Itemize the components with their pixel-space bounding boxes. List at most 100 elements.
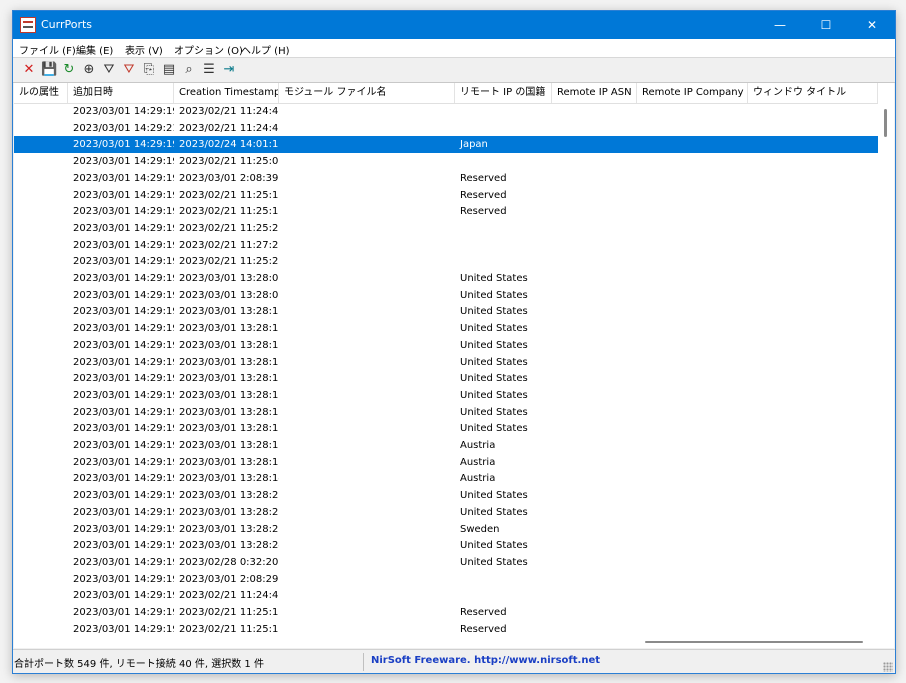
cell-country: Austria — [460, 440, 496, 451]
cell-country — [455, 237, 552, 254]
properties-icon[interactable]: ▤ — [161, 62, 177, 78]
table-row[interactable]: 2023/03/01 14:29:19 2023/03/01 13:28:12 Un… — [14, 404, 878, 421]
table-row[interactable]: 2023/03/01 14:29:19 2023/03/01 13:28:23 Sw… — [14, 521, 878, 538]
close-button[interactable]: ✕ — [849, 11, 895, 39]
toolbar: ✕ 💾 ↻ ⊕ ⛛ ⛛ ⎘ ▤ ⌕ ☰ ⇥ — [13, 58, 895, 83]
maximize-button[interactable]: ☐ — [803, 11, 849, 39]
cell-country: Austria — [460, 456, 496, 468]
cell-added: 2023/03/01 14:29:19 — [73, 473, 174, 485]
table-row-selected[interactable]: 2023/03/01 14:29:19 2023/02/24 14:01:18 Ja… — [14, 136, 878, 154]
table-row[interactable]: 2023/03/01 14:29:19 2023/03/01 13:28:22 Un… — [14, 487, 878, 504]
menu-item-2[interactable]: 表示 (V) — [125, 42, 163, 57]
minimize-button[interactable]: — — [757, 11, 803, 39]
exit-icon[interactable]: ⇥ — [221, 62, 237, 78]
table-row[interactable]: 2023/03/01 14:29:19 2023/03/01 13:28:14 Au… — [14, 470, 878, 487]
menu-item-4[interactable]: ヘルプ (H) — [241, 42, 290, 57]
currports-app-icon — [20, 17, 36, 33]
filter-off-icon[interactable]: ⛛ — [121, 62, 137, 78]
cell-created: 2023/03/01 13:28:10 — [179, 323, 279, 335]
horizontal-scroll-thumb[interactable] — [645, 641, 863, 643]
ports-list[interactable]: ルの属性 追加日時 Creation Timestamp モジュール ファイル名 リモー… — [14, 83, 878, 635]
table-row[interactable]: 2023/03/01 14:29:19 2023/02/21 11:27:28 — [14, 237, 878, 254]
table-row[interactable]: 2023/03/01 14:29:19 2023/03/01 13:28:10 Un… — [14, 303, 878, 320]
vertical-scrollbar[interactable] — [878, 83, 894, 635]
table-row[interactable]: 2023/03/01 14:29:19 2023/03/01 13:28:11 Un… — [14, 337, 878, 354]
vertical-scroll-thumb[interactable] — [884, 109, 887, 137]
table-row[interactable]: 2023/03/01 14:29:19 2023/03/01 13:28:12 Un… — [14, 387, 878, 404]
copy-icon[interactable]: ⎘ — [141, 62, 157, 78]
table-row[interactable]: 2023/03/01 14:29:19 2023/03/01 2:08:29 — [14, 571, 878, 588]
report-icon[interactable]: ☰ — [201, 62, 217, 78]
table-row[interactable]: 2023/03/01 14:29:19 2023/03/01 2:08:39 Res… — [14, 170, 878, 187]
column-header-module[interactable]: モジュール ファイル名 — [279, 83, 455, 103]
menu-item-0[interactable]: ファイル (F) — [19, 42, 76, 57]
title-bar[interactable]: CurrPorts — ☐ ✕ — [13, 11, 895, 39]
menu-item-1[interactable]: 編集 (E) — [76, 42, 113, 57]
cell-country — [455, 220, 552, 237]
column-header-attr[interactable]: ルの属性 — [14, 83, 68, 103]
cell-added: 2023/03/01 14:29:19 — [73, 540, 174, 552]
table-row[interactable]: 2023/03/01 14:29:19 2023/02/21 11:25:26 — [14, 220, 878, 237]
table-row[interactable]: 2023/03/01 14:29:19 2023/02/21 11:25:26 — [14, 253, 878, 270]
table-row[interactable]: 2023/03/01 14:29:19 2023/02/28 0:32:20 Uni… — [14, 554, 878, 571]
find-icon[interactable]: ⌕ — [181, 62, 197, 78]
table-row[interactable]: 2023/03/01 14:29:19 2023/03/01 13:28:12 Un… — [14, 420, 878, 437]
table-row[interactable]: 2023/03/01 14:29:19 2023/02/21 11:25:12 Re… — [14, 621, 878, 635]
cell-country: United States — [460, 323, 528, 335]
table-row[interactable]: 2023/03/01 14:29:19 2023/02/21 11:24:42 — [14, 587, 878, 604]
close-ports-icon[interactable]: ✕ — [21, 62, 37, 78]
menu-item-3[interactable]: オプション (O) — [174, 42, 243, 57]
cell-added: 2023/03/01 14:29:19 — [73, 323, 174, 335]
table-row[interactable]: 2023/03/01 14:29:19 2023/03/01 13:28:11 Un… — [14, 354, 878, 371]
table-row[interactable]: 2023/03/01 14:29:19 2023/02/21 11:25:12 Re… — [14, 604, 878, 621]
cell-added: 2023/03/01 14:29:19 — [73, 607, 174, 618]
refresh-icon[interactable]: ↻ — [61, 62, 77, 78]
table-row[interactable]: 2023/03/01 14:29:19 2023/03/01 13:28:10 Un… — [14, 320, 878, 337]
cell-country: Reserved — [460, 623, 507, 635]
cell-added: 2023/03/01 14:29:19 — [73, 222, 174, 234]
cell-created: 2023/02/21 11:25:12 — [179, 206, 279, 218]
nirsoft-link[interactable]: NirSoft Freeware. http://www.nirsoft.net — [371, 655, 600, 666]
column-header-asn[interactable]: Remote IP ASN — [552, 83, 637, 103]
cell-created: 2023/03/01 2:08:39 — [179, 172, 279, 184]
cell-created: 2023/02/21 11:24:40 — [179, 122, 279, 134]
cell-added: 2023/03/01 14:29:19 — [73, 406, 174, 418]
cell-added: 2023/03/01 14:29:19 — [73, 139, 174, 151]
cell-country: Reserved — [460, 189, 507, 201]
column-header-added[interactable]: 追加日時 — [68, 83, 174, 103]
horizontal-scrollbar[interactable] — [14, 635, 894, 648]
column-header-wtitle[interactable]: ウィンドウ タイトル — [748, 83, 878, 103]
cell-created: 2023/03/01 13:28:11 — [179, 356, 279, 368]
cell-added: 2023/03/01 14:29:19 — [73, 506, 174, 518]
cell-country: United States — [460, 423, 528, 435]
resize-grip-icon[interactable] — [883, 662, 893, 672]
table-row[interactable]: 2023/03/01 14:29:19 2023/02/21 11:25:12 Re… — [14, 187, 878, 204]
table-row[interactable]: 2023/03/01 14:29:19 2023/03/01 13:28:24 Un… — [14, 537, 878, 554]
table-row[interactable]: 2023/03/01 14:29:19 2023/03/01 13:28:13 Au… — [14, 437, 878, 454]
table-row[interactable]: 2023/03/01 14:29:19 2023/02/21 11:24:40 — [14, 103, 878, 120]
cell-added: 2023/03/01 14:29:19 — [73, 172, 174, 184]
save-icon[interactable]: 💾 — [41, 62, 57, 78]
column-header-country[interactable]: リモート IP の国籍 — [455, 83, 552, 103]
table-row[interactable]: 2023/03/01 14:29:19 2023/02/21 11:25:02 — [14, 153, 878, 170]
table-row[interactable]: 2023/03/01 14:29:19 2023/03/01 13:28:11 Un… — [14, 370, 878, 387]
table-row[interactable]: 2023/03/01 14:29:19 2023/03/01 13:28:22 Un… — [14, 504, 878, 521]
cell-added: 2023/03/01 14:29:19 — [73, 523, 174, 535]
cell-country: United States — [460, 556, 528, 568]
table-row[interactable]: 2023/03/01 14:29:21 2023/02/21 11:24:40 — [14, 120, 878, 137]
cell-created: 2023/03/01 13:28:08 — [179, 273, 279, 284]
filter-icon[interactable]: ⛛ — [101, 62, 117, 78]
table-row[interactable]: 2023/03/01 14:29:19 2023/03/01 13:28:13 Au… — [14, 454, 878, 471]
table-row[interactable]: 2023/03/01 14:29:19 2023/02/21 11:25:12 Re… — [14, 203, 878, 220]
column-header-company[interactable]: Remote IP Company — [637, 83, 748, 103]
cell-country: United States — [460, 506, 528, 518]
cell-created: 2023/03/01 13:28:09 — [179, 289, 279, 301]
cell-added: 2023/03/01 14:29:19 — [73, 490, 174, 502]
cell-country — [455, 120, 552, 137]
table-row[interactable]: 2023/03/01 14:29:19 2023/03/01 13:28:08 Un… — [14, 270, 878, 287]
network-icon[interactable]: ⊕ — [81, 62, 97, 78]
cell-added: 2023/03/01 14:29:19 — [73, 106, 174, 117]
column-header-created[interactable]: Creation Timestamp — [174, 83, 279, 103]
table-row[interactable]: 2023/03/01 14:29:19 2023/03/01 13:28:09 Un… — [14, 287, 878, 304]
cell-country — [455, 103, 552, 120]
